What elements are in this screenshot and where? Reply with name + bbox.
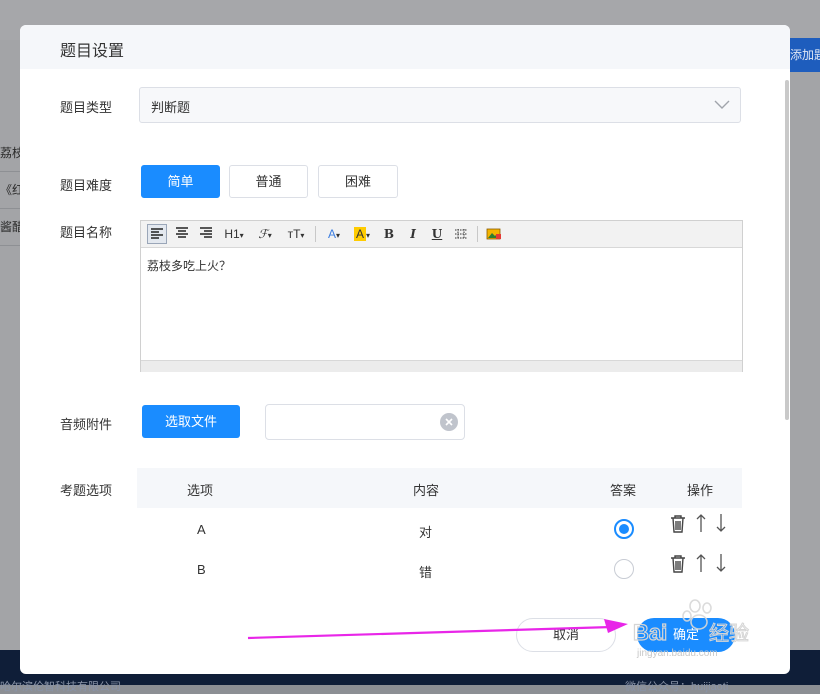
watermark-url: jingyan.baidu.com xyxy=(637,648,718,659)
annotation-arrow xyxy=(247,619,628,640)
